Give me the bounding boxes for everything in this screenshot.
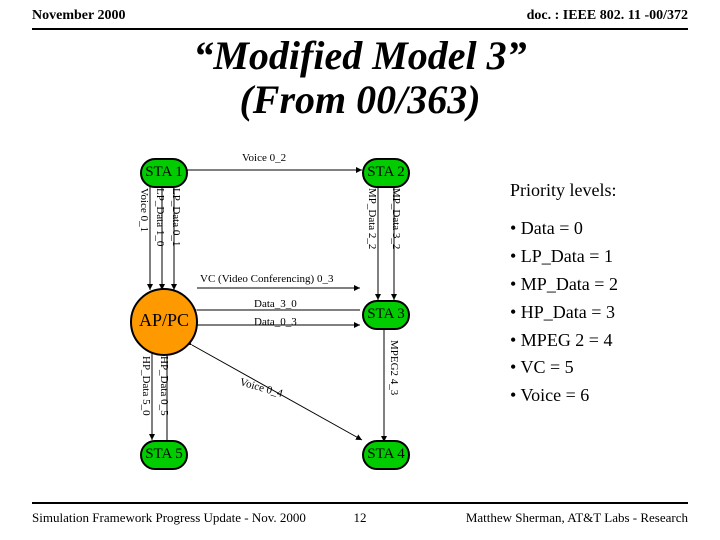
- legend-title: Priority levels:: [510, 180, 710, 201]
- legend-item: • Data = 0: [510, 215, 710, 243]
- title-line-1: “Modified Model 3”: [193, 33, 526, 78]
- legend-list: • Data = 0 • LP_Data = 1 • MP_Data = 2 •…: [510, 215, 710, 410]
- node-sta2: STA 2: [362, 158, 410, 188]
- node-sta5: STA 5: [140, 440, 188, 470]
- edge-data-3-0: Data_3_0: [254, 298, 297, 310]
- edge-voice-0-2: Voice 0_2: [242, 152, 286, 164]
- footer-right: Matthew Sherman, AT&T Labs - Research: [466, 510, 688, 526]
- node-sta1: STA 1: [140, 158, 188, 188]
- legend-item: • LP_Data = 1: [510, 243, 710, 271]
- edge-mpeg2-4-3: MPEG2 4_3: [388, 340, 400, 395]
- edge-mpdata-3-2: MP_Data 3_2: [390, 188, 402, 249]
- legend-item: • MP_Data = 2: [510, 271, 710, 299]
- page-title: “Modified Model 3” (From 00/363): [0, 34, 720, 122]
- legend-item: • VC = 5: [510, 354, 710, 382]
- edge-mpdata-2-2: MP_Data 2_2: [366, 188, 378, 249]
- bottom-rule: [32, 502, 688, 504]
- legend-item: • MPEG 2 = 4: [510, 327, 710, 355]
- edge-hpdata-5-0: HP_Data 5_0: [140, 356, 152, 416]
- legend-item: • Voice = 6: [510, 382, 710, 410]
- legend-item: • HP_Data = 3: [510, 299, 710, 327]
- node-ap: AP/PC: [130, 288, 198, 356]
- node-sta4: STA 4: [362, 440, 410, 470]
- edge-lpdata-0-1: LP_Data 0_1: [170, 188, 182, 246]
- edge-data-0-3: Data_0_3: [254, 316, 297, 328]
- header-left: November 2000: [32, 8, 125, 24]
- priority-legend: Priority levels: • Data = 0 • LP_Data = …: [510, 180, 710, 410]
- edge-lpdata-1-0: LP_Data 1_0: [154, 188, 166, 246]
- edge-voice-0-1: Voice 0_1: [138, 188, 150, 232]
- title-line-2: (From 00/363): [239, 77, 480, 122]
- node-sta3: STA 3: [362, 300, 410, 330]
- diagram-edges: [32, 140, 502, 490]
- top-rule: [32, 28, 688, 30]
- network-diagram: STA 1 STA 2 AP/PC STA 3 STA 4 STA 5 Voic…: [32, 140, 502, 490]
- slide: November 2000 doc. : IEEE 802. 11 -00/37…: [0, 0, 720, 540]
- edge-vc-0-3: VC (Video Conferencing) 0_3: [200, 273, 333, 285]
- edge-hpdata-0-5: HP_Data 0_5: [158, 356, 170, 416]
- header-right: doc. : IEEE 802. 11 -00/372: [527, 8, 688, 24]
